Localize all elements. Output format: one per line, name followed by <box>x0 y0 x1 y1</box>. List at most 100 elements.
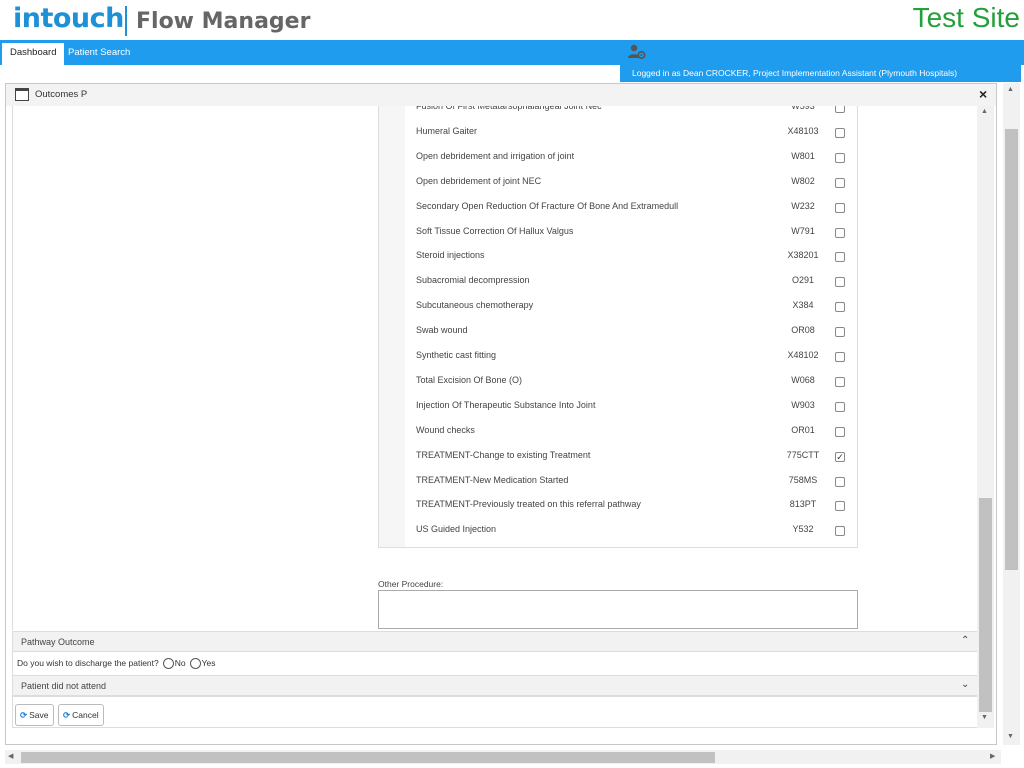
horizontal-scrollbar[interactable]: ◀ ▶ <box>5 750 1001 764</box>
procedure-code: X48103 <box>787 125 819 136</box>
procedure-name: Soft Tissue Correction Of Hallux Valgus <box>416 225 574 236</box>
procedure-checkbox[interactable] <box>835 526 845 537</box>
procedure-checkbox[interactable] <box>835 501 845 512</box>
scroll-up-arrow-icon[interactable]: ▲ <box>981 108 988 115</box>
outcomes-dialog: Outcomes P × Fusion Of First Metatarsoph… <box>5 83 997 745</box>
pathway-outcome-label: Pathway Outcome <box>21 637 95 647</box>
close-icon[interactable]: × <box>979 86 987 102</box>
procedure-row: Total Excision Of Bone (O) W068 <box>416 369 856 394</box>
app-header: intouch Flow Manager Test Site <box>0 0 1024 40</box>
procedure-checkbox[interactable] <box>835 177 845 188</box>
procedure-row: Subacromial decompression O291 <box>416 269 856 294</box>
user-settings-icon[interactable] <box>628 44 646 60</box>
pathway-outcome-header[interactable]: Pathway Outcome ⌃ <box>12 631 978 652</box>
procedure-code: X38201 <box>787 250 819 261</box>
tab-dashboard[interactable]: Dashboard <box>2 43 65 65</box>
window-icon <box>15 88 29 101</box>
other-procedure-input[interactable] <box>378 590 858 629</box>
save-button[interactable]: ⟳ Save <box>15 704 54 726</box>
dialog-content: Fusion Of First Metatarsophalangeal Join… <box>12 106 978 630</box>
discharge-no-label: No <box>174 658 186 668</box>
procedure-code: W068 <box>791 374 815 385</box>
discharge-yes-label: Yes <box>201 658 216 668</box>
procedure-name: TREATMENT-Change to existing Treatment <box>416 449 591 460</box>
tab-patient-search[interactable]: Patient Search <box>60 43 138 65</box>
procedure-list[interactable]: Fusion Of First Metatarsophalangeal Join… <box>378 106 858 548</box>
discharge-question-text: Do you wish to discharge the patient? <box>17 658 159 668</box>
procedure-row: Swab wound OR08 <box>416 319 856 344</box>
procedure-row: Open debridement and irrigation of joint… <box>416 145 856 170</box>
procedure-row: Humeral Gaiter X48103 <box>416 120 856 145</box>
procedure-checkbox[interactable] <box>835 227 845 238</box>
dialog-title: Outcomes P <box>35 89 88 100</box>
procedure-name: Humeral Gaiter <box>416 125 478 136</box>
scroll-right-arrow-icon[interactable]: ▶ <box>990 752 995 760</box>
logo-product-name: Flow Manager <box>136 9 311 34</box>
cancel-button-label: Cancel <box>72 710 99 720</box>
dialog-scrollbar[interactable]: ▲ ▼ <box>977 106 994 728</box>
logo-intouch: intouch <box>13 3 124 34</box>
procedure-code: W802 <box>791 175 815 186</box>
dialog-button-row: ⟳ Save ⟳ Cancel <box>12 696 978 728</box>
procedure-checkbox[interactable] <box>835 302 845 313</box>
chevron-down-icon: ⌄ <box>961 679 970 690</box>
nav-bar: Dashboard Patient Search <box>0 40 1024 65</box>
procedure-name: TREATMENT-New Medication Started <box>416 474 569 485</box>
page-scrollbar-thumb[interactable] <box>1005 129 1018 570</box>
procedure-code: Y532 <box>792 524 814 535</box>
refresh-icon: ⟳ <box>63 710 71 720</box>
procedure-checkbox[interactable] <box>835 476 845 487</box>
procedure-checkbox[interactable] <box>835 252 845 263</box>
procedure-name: Total Excision Of Bone (O) <box>416 374 523 385</box>
procedure-checkbox[interactable] <box>835 401 845 412</box>
scroll-down-arrow-icon[interactable]: ▼ <box>981 714 988 721</box>
procedure-checkbox[interactable] <box>835 426 845 437</box>
procedure-name: TREATMENT-Previously treated on this ref… <box>416 499 641 510</box>
procedure-code: 758MS <box>788 474 818 485</box>
procedure-name: Wound checks <box>416 424 475 435</box>
procedure-checkbox[interactable]: ✓ <box>835 451 845 462</box>
procedure-checkbox[interactable] <box>835 376 845 387</box>
procedure-checkbox[interactable] <box>835 106 845 113</box>
procedure-checkbox[interactable] <box>835 277 845 288</box>
discharge-yes-radio[interactable] <box>189 658 201 670</box>
procedure-row: TREATMENT-Change to existing Treatment 77… <box>416 444 856 469</box>
discharge-question-row: Do you wish to discharge the patient? No Y… <box>12 652 978 676</box>
procedure-checkbox[interactable] <box>835 202 845 213</box>
scroll-left-arrow-icon[interactable]: ◀ <box>8 752 13 760</box>
page-scroll-up-arrow-icon[interactable]: ▲ <box>1007 86 1014 93</box>
procedure-name: Synthetic cast fitting <box>416 350 497 360</box>
procedure-row: Soft Tissue Correction Of Hallux Valgus W… <box>416 220 856 245</box>
did-not-attend-header[interactable]: Patient did not attend ⌄ <box>12 675 978 696</box>
page-scrollbar[interactable]: ▲ ▼ <box>1003 83 1020 745</box>
cancel-button[interactable]: ⟳ Cancel <box>58 704 104 726</box>
procedure-row: US Guided Injection Y532 <box>416 518 856 543</box>
procedure-checkbox[interactable] <box>835 327 845 338</box>
chevron-up-icon: ⌃ <box>961 635 970 646</box>
logo-separator <box>125 6 127 36</box>
discharge-no-radio[interactable] <box>162 658 174 670</box>
procedure-name: Swab wound <box>416 325 468 336</box>
page-scroll-down-arrow-icon[interactable]: ▼ <box>1007 733 1014 740</box>
procedure-name: Subcutaneous chemotherapy <box>416 300 534 311</box>
procedure-name: Subacromial decompression <box>416 275 530 286</box>
dialog-scrollbar-thumb[interactable] <box>979 498 992 712</box>
horizontal-scrollbar-thumb[interactable] <box>21 752 715 763</box>
procedure-code: W791 <box>791 225 815 236</box>
procedure-row: Open debridement of joint NEC W802 <box>416 170 856 195</box>
procedure-name: US Guided Injection <box>416 524 497 535</box>
procedure-name: Open debridement of joint NEC <box>416 175 542 186</box>
procedure-checkbox[interactable] <box>835 152 845 163</box>
procedure-code: 775CTT <box>786 449 820 460</box>
procedure-code: O291 <box>791 275 815 286</box>
dialog-title-bar: Outcomes P × <box>6 84 996 106</box>
procedure-checkbox[interactable] <box>835 352 845 362</box>
discharge-question: Do you wish to discharge the patient? No Y… <box>17 658 216 670</box>
procedure-code: W232 <box>791 200 815 211</box>
procedure-checkbox[interactable] <box>835 127 845 138</box>
procedure-code: X48102 <box>787 350 819 360</box>
other-procedure-label: Other Procedure: <box>378 579 444 589</box>
procedure-code: W903 <box>791 399 815 410</box>
procedure-row: Subcutaneous chemotherapy X384 <box>416 294 856 319</box>
refresh-icon: ⟳ <box>20 710 28 720</box>
